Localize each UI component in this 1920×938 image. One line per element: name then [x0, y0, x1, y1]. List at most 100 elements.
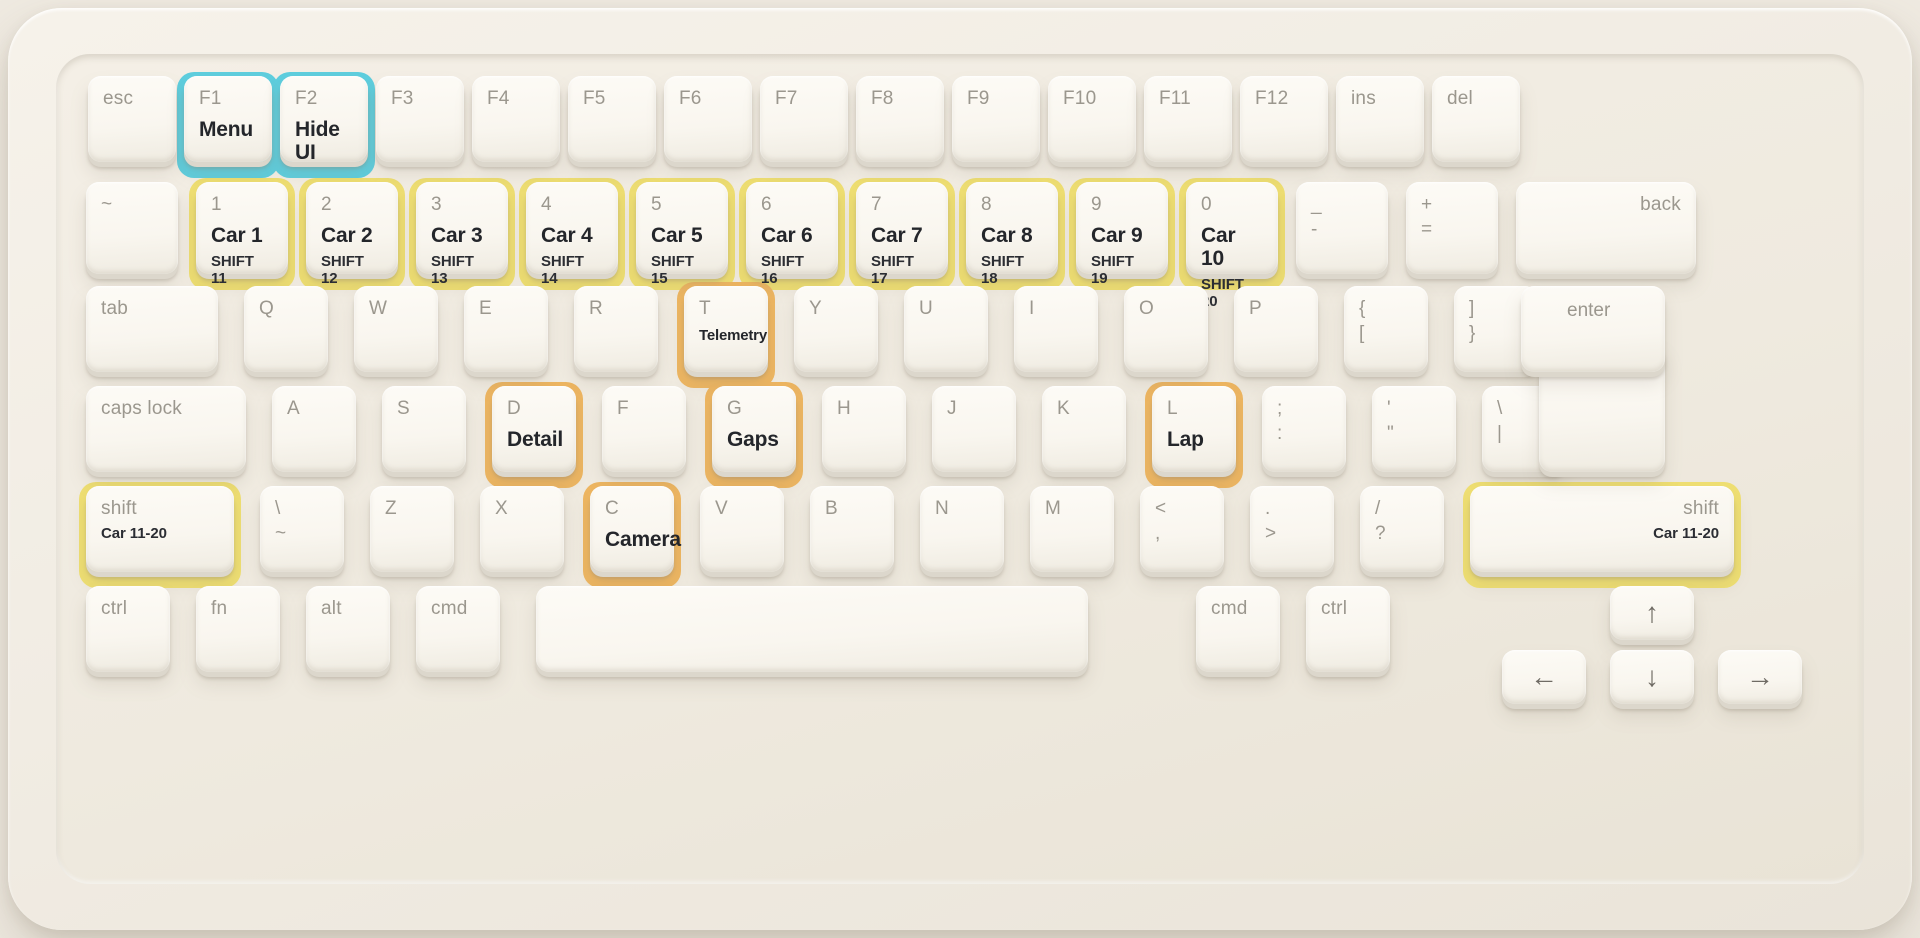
key-blank[interactable]: ;: [1262, 386, 1346, 472]
key-back[interactable]: back [1516, 182, 1696, 274]
key-2[interactable]: 2 Car 2 SHIFT 12 [306, 182, 398, 287]
key-5[interactable]: 5 Car 5 SHIFT 15 [636, 182, 728, 287]
key-0[interactable]: 0 Car 10 SHIFT 20 [1186, 182, 1278, 310]
key-e[interactable]: E [464, 286, 548, 372]
key-caps-lock[interactable]: caps lock [86, 386, 246, 472]
key-shift[interactable]: shift Car 11-20 [1470, 486, 1734, 572]
key-a[interactable]: A [272, 386, 356, 472]
key-9[interactable]: 9 Car 9 SHIFT 19 [1076, 182, 1168, 287]
key-legend-secondary: > [1265, 522, 1277, 544]
key-arrow-right[interactable]: → [1718, 650, 1802, 704]
key-g[interactable]: G Gaps [712, 386, 796, 472]
key-f5[interactable]: F5 [568, 76, 656, 162]
key-blank[interactable]: _ - [1296, 182, 1388, 274]
key-l[interactable]: L Lap [1152, 386, 1236, 472]
key-s[interactable]: S [382, 386, 466, 472]
enter-label: enter [1567, 300, 1611, 321]
key-v[interactable]: V [700, 486, 784, 572]
key-7[interactable]: 7 Car 7 SHIFT 17 [856, 182, 948, 287]
key-cmd[interactable]: cmd [416, 586, 500, 672]
key-m[interactable]: M [1030, 486, 1114, 572]
key-legend-primary: 9 [1091, 194, 1102, 215]
key-ctrl[interactable]: ctrl [86, 586, 170, 672]
key-n[interactable]: N [920, 486, 1004, 572]
key-legend-primary: caps lock [101, 398, 183, 419]
key-shift[interactable]: shift Car 11-20 [86, 486, 234, 572]
key-1[interactable]: 1 Car 1 SHIFT 11 [196, 182, 288, 287]
key-t[interactable]: T Telemetry [684, 286, 768, 372]
key-legend-secondary: , [1155, 522, 1161, 544]
key-ctrl[interactable]: ctrl [1306, 586, 1390, 672]
key-6[interactable]: 6 Car 6 SHIFT 16 [746, 182, 838, 287]
key-legend-primary: _ [1311, 194, 1322, 215]
key-blank[interactable]: ' " [1372, 386, 1456, 472]
key-w[interactable]: W [354, 286, 438, 372]
key-legend-primary: F11 [1159, 88, 1191, 109]
key-legend-primary: F5 [583, 88, 606, 109]
key-del[interactable]: del [1432, 76, 1520, 162]
key-legend-primary: J [947, 398, 957, 419]
key-fn[interactable]: fn [196, 586, 280, 672]
key-blank[interactable]: ~ [86, 182, 178, 274]
key-legend-primary: F6 [679, 88, 702, 109]
key-action-label: Telemetry [699, 326, 767, 344]
key-action-label: Menu [199, 117, 254, 141]
key-legend-primary: cmd [1211, 598, 1248, 619]
key-f8[interactable]: F8 [856, 76, 944, 162]
key-f10[interactable]: F10 [1048, 76, 1136, 162]
key-p[interactable]: P [1234, 286, 1318, 372]
key-f[interactable]: F [602, 386, 686, 472]
key-f2[interactable]: F2 Hide UI [280, 76, 368, 164]
key-legend-primary: esc [103, 88, 134, 109]
key-enter[interactable]: enter [1521, 286, 1665, 472]
key-x[interactable]: X [480, 486, 564, 572]
key-blank[interactable]: . > [1250, 486, 1334, 572]
key-blank[interactable]: <, [1140, 486, 1224, 572]
key-ins[interactable]: ins [1336, 76, 1424, 162]
key-r[interactable]: R [574, 286, 658, 372]
key-f3[interactable]: F3 [376, 76, 464, 162]
key-legend-primary: < [1155, 498, 1167, 519]
key-action-label: Car 2 [321, 223, 373, 247]
key-cmd[interactable]: cmd [1196, 586, 1280, 672]
key-q[interactable]: Q [244, 286, 328, 372]
key-u[interactable]: U [904, 286, 988, 372]
key-action-label: Detail [507, 427, 563, 451]
key-arrow-left[interactable]: ← [1502, 650, 1586, 704]
key-f6[interactable]: F6 [664, 76, 752, 162]
key-h[interactable]: H [822, 386, 906, 472]
key-legend-primary: 7 [871, 194, 882, 215]
key-o[interactable]: O [1124, 286, 1208, 372]
key-arrow-up[interactable]: ↑ [1610, 586, 1694, 640]
key-d[interactable]: D Detail [492, 386, 576, 472]
key-blank[interactable]: + = [1406, 182, 1498, 274]
key-f1[interactable]: F1 Menu [184, 76, 272, 162]
key-f4[interactable]: F4 [472, 76, 560, 162]
key-blank[interactable]: \ ~ [260, 486, 344, 572]
key-y[interactable]: Y [794, 286, 878, 372]
key-f12[interactable]: F12 [1240, 76, 1328, 162]
key-legend-primary: K [1057, 398, 1070, 419]
key-blank[interactable]: {[ [1344, 286, 1428, 372]
key-c[interactable]: C Camera [590, 486, 681, 572]
key-j[interactable]: J [932, 386, 1016, 472]
key-f11[interactable]: F11 [1144, 76, 1232, 162]
key-alt[interactable]: alt [306, 586, 390, 672]
key-blank[interactable]: /? [1360, 486, 1444, 572]
key-legend-primary: ctrl [101, 598, 128, 619]
key-spacebar[interactable] [536, 586, 1088, 672]
key-tab[interactable]: tab [86, 286, 218, 372]
key-esc[interactable]: esc [88, 76, 176, 162]
key-arrow-down[interactable]: ↓ [1610, 650, 1694, 704]
key-4[interactable]: 4 Car 4 SHIFT 14 [526, 182, 618, 287]
key-f7[interactable]: F7 [760, 76, 848, 162]
key-b[interactable]: B [810, 486, 894, 572]
key-i[interactable]: I [1014, 286, 1098, 372]
key-k[interactable]: K [1042, 386, 1126, 472]
key-legend-primary: ~ [101, 194, 113, 215]
key-legend-primary: F10 [1063, 88, 1097, 109]
key-z[interactable]: Z [370, 486, 454, 572]
key-f9[interactable]: F9 [952, 76, 1040, 162]
key-8[interactable]: 8 Car 8 SHIFT 18 [966, 182, 1058, 287]
key-3[interactable]: 3 Car 3 SHIFT 13 [416, 182, 508, 287]
